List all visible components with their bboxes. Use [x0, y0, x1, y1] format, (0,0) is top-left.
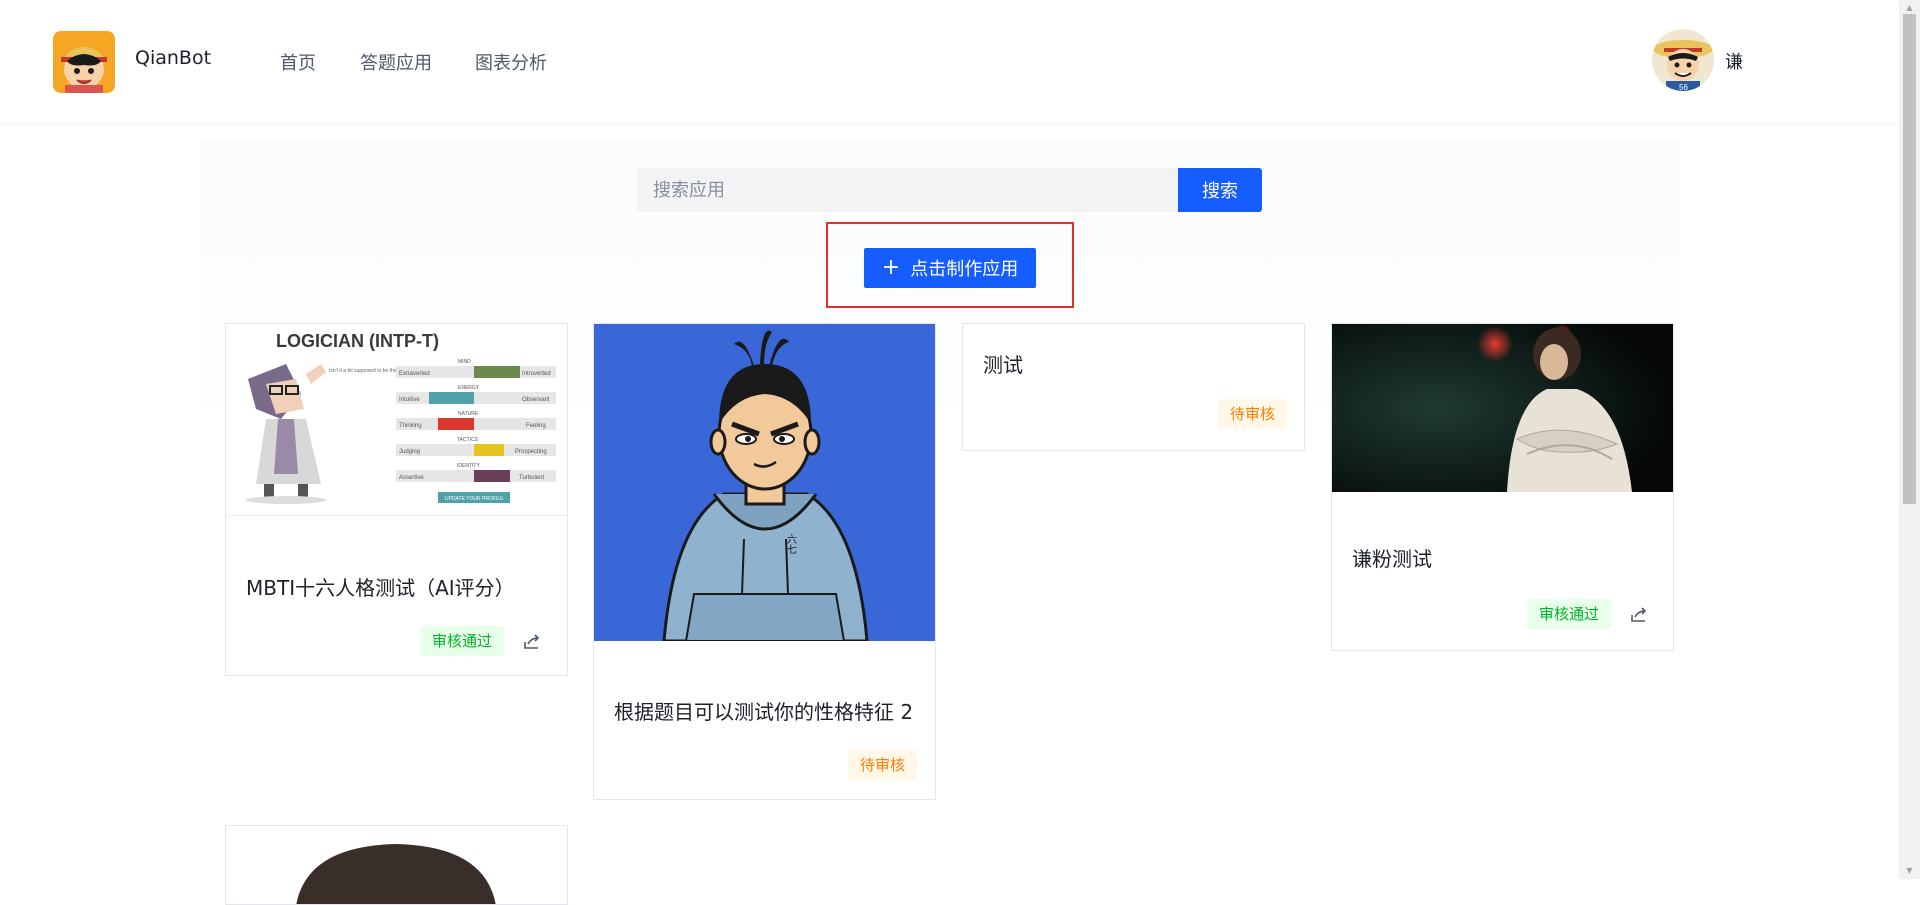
card-cover-image [1332, 324, 1673, 492]
card-title: 谦粉测试 [1352, 547, 1432, 571]
cover-bubble: Isn't it a bit supposed to be this... [329, 368, 402, 374]
card-cover-image [226, 826, 567, 904]
trait-section: NATURE [458, 411, 479, 417]
top-navbar: QianBot 首页 答题应用 图表分析 56 谦 [0, 0, 1899, 122]
trait-right: Turbulent [519, 475, 544, 481]
app-card-test[interactable]: 测试 待审核 [962, 323, 1305, 451]
scrollbar-thumb[interactable] [1903, 14, 1916, 504]
trait-right: Feeling [526, 423, 546, 429]
cover-cta: UPDATE YOUR PROFILE [445, 496, 504, 502]
svg-text:56: 56 [1679, 83, 1688, 91]
search-button[interactable]: 搜索 [1178, 168, 1262, 212]
trait-right: Observant [522, 397, 550, 403]
share-icon[interactable] [523, 633, 541, 651]
scroll-down-icon[interactable]: ▼ [1903, 865, 1916, 877]
share-icon[interactable] [1630, 606, 1648, 624]
trait-section: MIND [458, 359, 471, 365]
trait-left: Judging [399, 449, 420, 455]
scroll-up-icon[interactable]: ▲ [1903, 2, 1916, 14]
logo-icon[interactable] [53, 31, 115, 93]
cover-heading: LOGICIAN (INTP-T) [276, 331, 439, 351]
trait-section: IDENTITY [457, 463, 480, 469]
trait-right: Prospecting [515, 449, 547, 455]
card-title: 根据题目可以测试你的性格特征 2 [614, 700, 914, 724]
plus-icon: + [881, 255, 901, 280]
trait-left: Intuitive [399, 397, 420, 403]
trait-section: ENERGY [458, 385, 480, 391]
search-input[interactable] [637, 168, 1178, 212]
app-card-fan-test[interactable]: 谦粉测试 审核通过 [1331, 323, 1674, 651]
trait-left: Thinking [399, 423, 422, 429]
trait-right: Introverted [522, 371, 551, 377]
nav-quiz-apps[interactable]: 答题应用 [360, 49, 432, 75]
trait-section: TACTICS [457, 437, 479, 443]
status-badge: 待审核 [848, 750, 918, 780]
user-name[interactable]: 谦 [1725, 48, 1743, 74]
create-app-label: 点击制作应用 [910, 259, 1019, 280]
card-title: 测试 [983, 353, 1023, 377]
create-app-button[interactable]: + 点击制作应用 [864, 248, 1036, 288]
logician-figure [246, 364, 326, 504]
status-badge: 审核通过 [1527, 599, 1612, 629]
card-title: MBTI十六人格测试（AI评分） [246, 576, 515, 600]
trait-left: Extraverted [399, 371, 430, 377]
app-card-mbti[interactable]: LOGICIAN (INTP-T) Isn't it a bit suppose… [225, 323, 568, 676]
card-cover-image: LOGICIAN (INTP-T) Isn't it a bit suppose… [226, 324, 567, 516]
app-card-partial[interactable] [225, 825, 568, 905]
nav-home[interactable]: 首页 [280, 49, 316, 75]
nav-chart-analysis[interactable]: 图表分析 [475, 49, 547, 75]
brand-name[interactable]: QianBot [135, 47, 211, 69]
app-card-personality[interactable]: 六七 根据题目可以测试你的性格特征 2 待审核 [593, 323, 936, 800]
hoodie-text: 六七 [785, 534, 797, 554]
user-avatar[interactable]: 56 [1652, 29, 1714, 91]
trait-left: Assertive [399, 475, 424, 481]
status-badge: 审核通过 [420, 626, 505, 656]
card-cover-image: 六七 [594, 324, 935, 643]
status-badge: 待审核 [1218, 399, 1288, 429]
